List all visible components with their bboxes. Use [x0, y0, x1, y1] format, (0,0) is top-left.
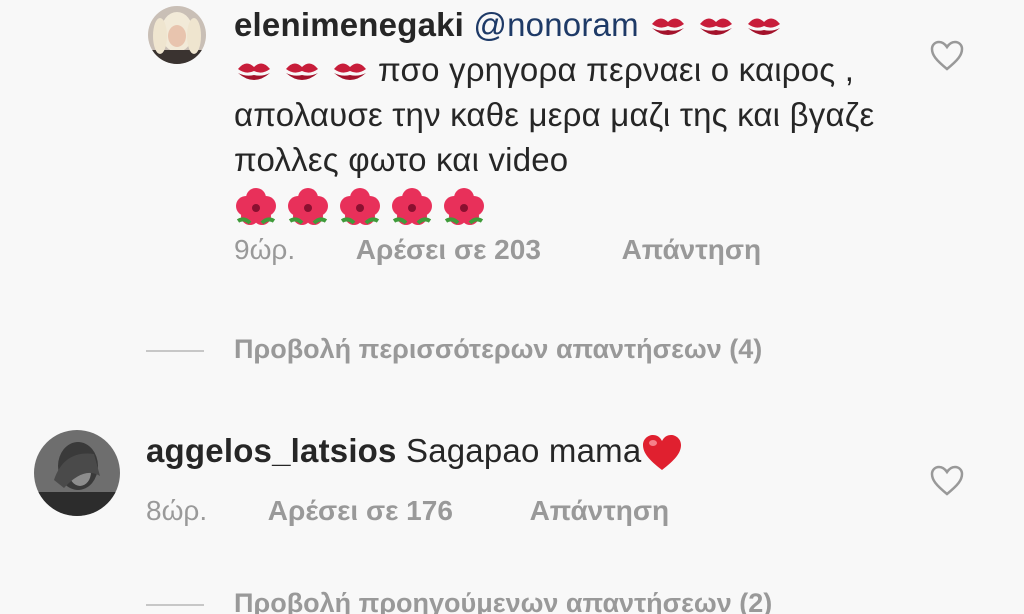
avatar[interactable] [148, 6, 206, 64]
hibiscus-icon [234, 187, 278, 227]
mention-link[interactable]: @nonoram [473, 6, 638, 43]
kiss-mark-icon [744, 12, 784, 42]
kiss-mark-icon [648, 12, 688, 42]
comment-meta: 9ώρ. Αρέσει σε 203 Απάντηση [234, 234, 761, 266]
kiss-mark-icon [234, 57, 274, 87]
kiss-mark-icon [696, 12, 736, 42]
likes-count-link[interactable]: Αρέσει σε 203 [356, 234, 614, 266]
view-previous-replies-button[interactable]: Προβολή προηγούμενων απαντήσεων (2) [146, 588, 772, 614]
red-heart-icon [641, 433, 683, 473]
username[interactable]: elenimenegaki [234, 6, 464, 43]
comment-meta: 8ώρ. Αρέσει σε 176 Απάντηση [146, 495, 669, 527]
like-heart-icon[interactable] [930, 40, 964, 72]
reply-button[interactable]: Απάντηση [622, 234, 762, 266]
comments-thread: elenimenegaki @nonoram πσο γρηγορα περνα… [0, 0, 1024, 614]
view-replies-label: Προβολή προηγούμενων απαντήσεων (2) [234, 588, 773, 614]
comment-body: elenimenegaki @nonoram πσο γρηγορα περνα… [234, 2, 914, 227]
hibiscus-icon [442, 187, 486, 227]
kiss-mark-icon [282, 57, 322, 87]
comment-body: aggelos_latsios Sagapao mama [146, 428, 866, 473]
comment-time: 9ώρ. [234, 234, 296, 265]
hibiscus-icon [338, 187, 382, 227]
comment-text: Sagapao mama [405, 432, 642, 469]
like-heart-icon[interactable] [930, 465, 964, 497]
avatar[interactable] [34, 430, 120, 516]
comment-time: 8ώρ. [146, 495, 208, 526]
hibiscus-icon [390, 187, 434, 227]
username[interactable]: aggelos_latsios [146, 432, 397, 469]
reply-button[interactable]: Απάντηση [530, 495, 670, 527]
likes-count-link[interactable]: Αρέσει σε 176 [268, 495, 522, 527]
view-more-replies-button[interactable]: Προβολή περισσότερων απαντήσεων (4) [146, 334, 762, 365]
hibiscus-icon [286, 187, 330, 227]
divider-line [146, 603, 204, 606]
divider-line [146, 349, 204, 352]
view-replies-label: Προβολή περισσότερων απαντήσεων (4) [234, 334, 763, 364]
kiss-mark-icon [330, 57, 370, 87]
